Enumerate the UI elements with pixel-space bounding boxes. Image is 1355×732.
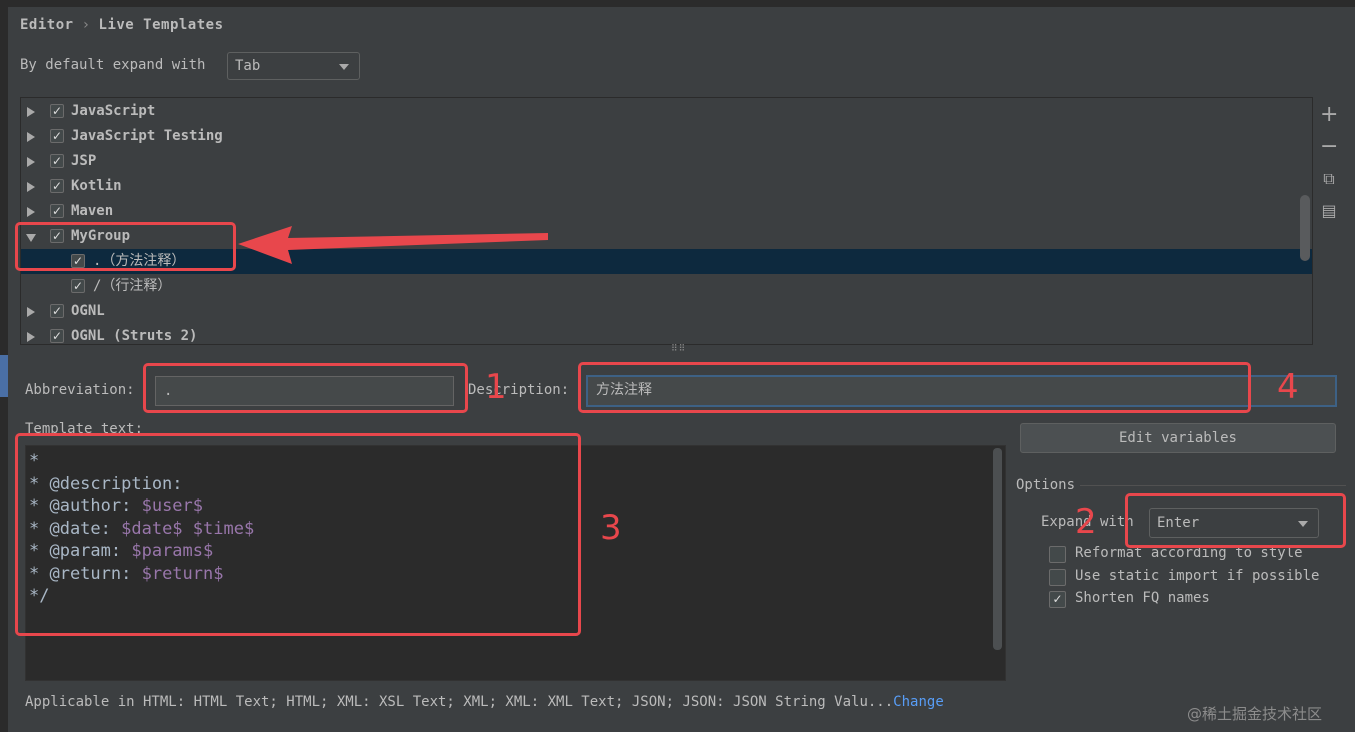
template-group-label: Maven: [71, 203, 114, 219]
left-tool-strip: [0, 0, 8, 732]
checkbox[interactable]: ✓: [50, 104, 64, 118]
edit-variables-button[interactable]: Edit variables: [1020, 423, 1336, 453]
applicable-text: Applicable in HTML: HTML Text; HTML; XML…: [25, 694, 894, 710]
default-expand-dropdown[interactable]: Tab: [227, 52, 360, 80]
top-border: [8, 0, 1355, 7]
template-item-label: /（行注释）: [93, 278, 172, 294]
annotation-number-1: 1: [485, 367, 507, 407]
options-divider: [1080, 485, 1346, 486]
annotation-box-description: [578, 362, 1251, 413]
template-group[interactable]: ✓ JavaScript Testing: [21, 124, 1312, 149]
checkbox[interactable]: ✓: [50, 154, 64, 168]
default-expand-value: Tab: [235, 58, 261, 74]
plus-icon[interactable]: +: [1320, 104, 1338, 126]
template-group-label: JavaScript Testing: [71, 128, 223, 144]
annotation-number-4: 4: [1277, 367, 1299, 407]
minus-icon[interactable]: −: [1320, 136, 1338, 158]
annotation-number-2: 2: [1075, 502, 1097, 542]
expand-arrow-icon[interactable]: [27, 307, 35, 317]
checkbox[interactable]: [1049, 546, 1066, 563]
checkbox[interactable]: ✓: [50, 129, 64, 143]
template-group[interactable]: ✓ Kotlin: [21, 174, 1312, 199]
template-group-label: OGNL (Struts 2): [71, 328, 198, 344]
left-strip-marker: [0, 355, 8, 397]
template-group[interactable]: ✓ OGNL: [21, 299, 1312, 324]
breadcrumb: Editor › Live Templates: [20, 17, 224, 33]
template-group[interactable]: ✓ Maven: [21, 199, 1312, 224]
copy-icon[interactable]: ⧉: [1320, 170, 1338, 188]
expand-arrow-icon[interactable]: [27, 132, 35, 142]
template-group-label: Kotlin: [71, 178, 122, 194]
template-group[interactable]: ✓ OGNL (Struts 2): [21, 324, 1312, 344]
description-label: Description:: [468, 382, 570, 398]
annotation-arrow: [238, 226, 548, 264]
expand-arrow-icon[interactable]: [27, 332, 35, 342]
checkbox[interactable]: ✓: [50, 179, 64, 193]
expand-arrow-icon[interactable]: [27, 107, 35, 117]
default-expand-label: By default expand with: [20, 57, 206, 73]
option-label: Shorten FQ names: [1075, 590, 1210, 606]
template-group-label: OGNL: [71, 303, 105, 319]
template-group[interactable]: ✓ JavaScript: [21, 99, 1312, 124]
checkbox[interactable]: ✓: [71, 279, 85, 293]
options-title: Options: [1016, 477, 1076, 493]
splitter-handle[interactable]: ⠿⠿: [671, 344, 686, 354]
annotation-box-template-text: [15, 433, 581, 636]
annotation-box-expand-with: [1125, 493, 1346, 548]
applicable-contexts: Applicable in HTML: HTML Text; HTML; XML…: [25, 694, 944, 710]
annotation-number-3: 3: [600, 508, 622, 548]
tree-scrollbar[interactable]: [1300, 195, 1310, 261]
checkbox[interactable]: ✓: [50, 204, 64, 218]
expand-arrow-icon[interactable]: [27, 207, 35, 217]
checkbox[interactable]: ✓: [1049, 591, 1066, 608]
abbreviation-label: Abbreviation:: [25, 382, 135, 398]
template-group[interactable]: ✓ JSP: [21, 149, 1312, 174]
chevron-down-icon: [339, 64, 349, 70]
annotation-box-mygroup: [15, 222, 236, 271]
breadcrumb-current: Live Templates: [98, 17, 224, 33]
template-tree[interactable]: ✓ JavaScript ✓ JavaScript Testing ✓ JSP ✓ Kotli…: [20, 97, 1313, 345]
template-group-label: JavaScript: [71, 103, 156, 119]
expand-arrow-icon[interactable]: [27, 182, 35, 192]
annotation-box-abbreviation: [143, 363, 468, 413]
breadcrumb-separator: ›: [81, 17, 91, 33]
template-item[interactable]: ✓ /（行注释）: [21, 274, 1312, 299]
expand-arrow-icon[interactable]: [27, 157, 35, 167]
change-link[interactable]: Change: [893, 694, 944, 710]
option-label: Use static import if possible: [1075, 568, 1320, 584]
restore-icon[interactable]: ▤: [1320, 202, 1338, 220]
checkbox[interactable]: ✓: [50, 329, 64, 343]
checkbox[interactable]: ✓: [50, 304, 64, 318]
checkbox[interactable]: [1049, 569, 1066, 586]
template-group-label: JSP: [71, 153, 97, 169]
editor-scrollbar[interactable]: [993, 448, 1002, 650]
watermark: @稀土掘金技术社区: [1187, 705, 1323, 723]
breadcrumb-parent[interactable]: Editor: [20, 17, 74, 33]
